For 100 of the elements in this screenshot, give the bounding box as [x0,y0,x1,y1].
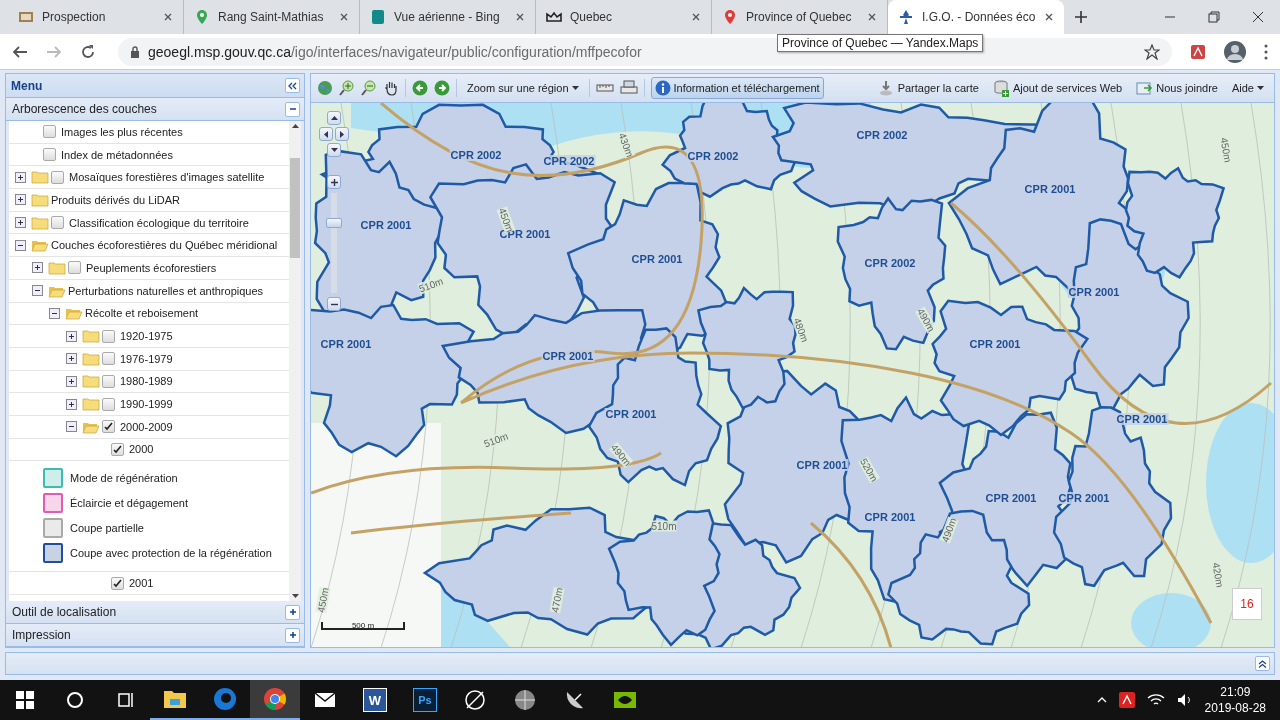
collapse-button[interactable] [285,101,300,117]
layer-name[interactable]: 1990-1999 [120,398,173,411]
pan-right-button[interactable] [335,127,349,141]
toolbar-button[interactable]: Ajout de services Web [988,76,1127,100]
collapse-button[interactable] [285,78,300,93]
wifi-icon[interactable] [1146,693,1165,707]
expand-toggle[interactable] [32,285,43,297]
lock-icon [130,45,140,58]
expand-toggle[interactable] [66,330,77,342]
zoom-in-icon[interactable] [339,80,355,96]
area-ruler-icon[interactable] [619,80,638,96]
caret-icon [1257,86,1264,90]
expand-toggle[interactable] [66,398,77,410]
section-title[interactable]: Impression [12,628,71,642]
map-pin-icon [194,9,210,25]
layer-name[interactable]: Produits dérivés du LiDAR [51,193,180,206]
restore-icon[interactable] [1208,11,1220,23]
checkbox[interactable] [102,420,115,434]
expand-toggle[interactable] [15,217,26,229]
zoom-out-button[interactable] [327,297,341,311]
expand-toggle[interactable] [66,375,77,387]
map-label: CPR 2002 [686,150,740,162]
toolbar-button[interactable]: Nous joindre [1132,76,1222,100]
checkbox[interactable] [102,374,115,388]
layer-name[interactable]: Images les plus récentes [61,125,183,138]
checkbox[interactable] [51,216,64,230]
contour-label: 510m [651,520,677,532]
help-menu[interactable]: Aide [1227,79,1268,97]
checkbox[interactable] [68,261,81,275]
layer-name[interactable]: 2001 [129,577,154,590]
pan-down-button[interactable] [327,143,341,157]
map-label: CPR 2001 [1057,492,1111,504]
checkbox[interactable] [111,442,124,456]
scroll-up-icon [291,124,299,128]
browser-tab[interactable]: I.G.O. - Données éco [888,0,1064,34]
layer-name[interactable]: Mosaïques forestières d'images satellite [69,171,265,184]
close-icon[interactable] [867,12,877,22]
reload-icon[interactable] [80,43,96,60]
checkbox[interactable] [102,329,115,343]
scrollbar[interactable] [289,121,301,601]
close-icon[interactable] [515,12,525,22]
back-icon[interactable] [12,43,28,60]
info-icon [654,80,671,96]
layer-name[interactable]: Récolte et reboisement [85,307,199,320]
layer-name[interactable]: Peuplements écoforestiers [86,261,217,274]
pan-left-button[interactable] [319,127,333,141]
chrome-icon[interactable] [250,680,300,720]
close-icon[interactable] [1252,11,1264,23]
pan-up-button[interactable] [327,111,341,125]
speaker-icon[interactable] [1176,693,1193,707]
close-icon[interactable] [339,12,349,22]
expand-toggle[interactable] [49,307,60,319]
expand-toggle[interactable] [15,194,26,206]
layer-name[interactable]: Couches écoforestières du Québec méridional [51,239,278,252]
new-tab-icon[interactable] [1074,10,1088,24]
pdf-icon[interactable] [1118,692,1135,708]
close-icon[interactable] [1044,12,1054,22]
ruler-icon[interactable] [595,82,614,94]
folder-icon [82,351,100,366]
layer-name[interactable]: 1976-1979 [120,352,173,365]
checkbox[interactable] [51,170,64,184]
expand-button[interactable] [285,627,300,643]
layer-name[interactable]: Perturbations naturelles et anthropiques [68,284,264,297]
expand-button[interactable] [1255,656,1270,671]
chevron-up-icon[interactable] [1096,697,1107,703]
topographic-map-drawing[interactable] [311,103,1274,647]
close-icon[interactable] [691,12,701,22]
layer-name[interactable]: Index de métadonnées [61,148,173,161]
clock[interactable]: 21:09 2019-08-28 [1204,684,1266,716]
menu-icon[interactable] [1264,43,1268,60]
zoom-out-icon[interactable] [361,80,377,96]
layer-name[interactable]: 1980-1989 [120,375,173,388]
star-icon[interactable] [1144,43,1160,60]
checkbox[interactable] [111,576,124,590]
expand-toggle[interactable] [66,421,77,433]
close-icon[interactable] [163,12,173,22]
folder-icon [48,260,66,275]
scrollbar-thumb[interactable] [290,158,300,258]
zoom-region-menu[interactable]: Zoom sur une région [463,79,583,97]
avatar-icon[interactable] [1224,40,1246,63]
layer-name[interactable]: 2000 [129,443,154,456]
toolbar-button[interactable]: Partager la carte [873,76,983,100]
expand-toggle[interactable] [15,239,26,251]
layer-name[interactable]: 2000-2009 [120,420,173,433]
hand-icon[interactable] [383,80,399,96]
checkbox[interactable] [102,352,115,366]
checkbox[interactable] [43,125,56,139]
expand-toggle[interactable] [15,171,26,183]
layer-name[interactable]: Classification écologique du territoire [69,216,249,229]
map-label: CPR 2001 [1023,183,1077,195]
layer-name[interactable]: 1920-1975 [120,330,173,343]
checkbox[interactable] [102,397,115,411]
zoom-in-button[interactable] [327,175,341,189]
expand-button[interactable] [285,604,300,620]
expand-toggle[interactable] [32,262,43,274]
information-button[interactable]: Information et téléchargement [650,77,824,99]
zoom-slider-thumb[interactable] [326,218,342,228]
expand-toggle[interactable] [66,353,77,365]
checkbox[interactable] [43,148,56,162]
map-label: CPR 2001 [359,219,413,231]
